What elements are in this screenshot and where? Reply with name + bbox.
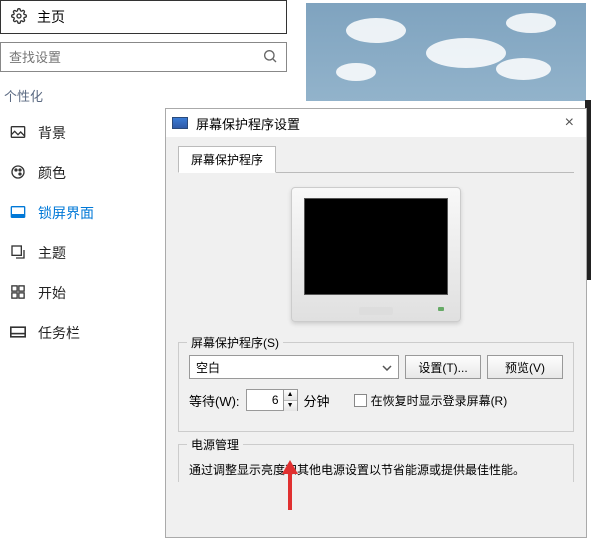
settings-button[interactable]: 设置(T)... [405, 355, 481, 379]
monitor-screen [304, 198, 448, 295]
header-title: 主页 [37, 7, 65, 27]
screensaver-group: 屏幕保护程序(S) 空白 设置(T)... 预览(V) 等待(W): ▲ [178, 342, 574, 432]
sidebar-item-themes[interactable]: 主题 [0, 233, 160, 273]
search-box[interactable] [0, 42, 287, 72]
sidebar-item-taskbar[interactable]: 任务栏 [0, 313, 160, 353]
settings-header[interactable]: 主页 [0, 0, 287, 34]
sidebar-item-lockscreen[interactable]: 锁屏界面 [0, 193, 160, 233]
close-button[interactable]: × [559, 114, 580, 132]
screensaver-dialog: 屏幕保护程序设置 × 屏幕保护程序 屏幕保护程序(S) 空白 [165, 108, 587, 538]
sidebar-item-label: 开始 [38, 283, 66, 303]
wait-input[interactable] [247, 390, 283, 410]
taskbar-icon [8, 325, 28, 341]
chevron-down-icon [382, 360, 392, 374]
sidebar-item-label: 颜色 [38, 163, 66, 183]
search-input[interactable] [9, 50, 262, 65]
group-title: 屏幕保护程序(S) [187, 334, 283, 351]
wait-spinner[interactable]: ▲ ▼ [246, 389, 298, 411]
palette-icon [8, 164, 28, 183]
theme-icon [8, 244, 28, 263]
picture-icon [8, 125, 28, 142]
checkbox-icon[interactable] [354, 394, 367, 407]
power-group: 电源管理 通过调整显示亮度和其他电源设置以节省能源或提供最佳性能。 [178, 444, 574, 482]
sidebar: 背景 颜色 锁屏界面 主题 开始 任务栏 [0, 113, 160, 353]
sidebar-item-start[interactable]: 开始 [0, 273, 160, 313]
gear-icon [11, 8, 27, 27]
tab-screensaver[interactable]: 屏幕保护程序 [178, 146, 276, 173]
minutes-label: 分钟 [304, 391, 330, 410]
wallpaper-preview [306, 3, 586, 101]
sidebar-item-colors[interactable]: 颜色 [0, 153, 160, 193]
sidebar-item-background[interactable]: 背景 [0, 113, 160, 153]
search-icon [262, 48, 278, 67]
start-icon [8, 285, 28, 302]
resume-checkbox[interactable]: 在恢复时显示登录屏幕(R) [354, 392, 508, 409]
monitor-preview-area [178, 187, 574, 322]
tab-strip: 屏幕保护程序 [178, 145, 574, 173]
resume-label: 在恢复时显示登录屏幕(R) [371, 392, 508, 409]
dialog-titlebar[interactable]: 屏幕保护程序设置 × [166, 109, 586, 137]
lockscreen-icon [8, 205, 28, 222]
preview-button[interactable]: 预览(V) [487, 355, 563, 379]
power-title: 电源管理 [187, 436, 243, 453]
dialog-icon [172, 117, 188, 129]
spin-down-icon[interactable]: ▼ [284, 401, 297, 411]
wait-label: 等待(W): [189, 391, 240, 410]
sidebar-item-label: 主题 [38, 243, 66, 263]
spin-up-icon[interactable]: ▲ [284, 390, 297, 401]
dialog-title: 屏幕保护程序设置 [196, 114, 300, 133]
spinner-buttons[interactable]: ▲ ▼ [283, 390, 297, 410]
monitor-frame [291, 187, 461, 322]
sidebar-item-label: 背景 [38, 123, 66, 143]
sidebar-item-label: 任务栏 [38, 323, 80, 343]
power-text: 通过调整显示亮度和其他电源设置以节省能源或提供最佳性能。 [189, 461, 563, 478]
screensaver-value: 空白 [196, 359, 220, 376]
sidebar-item-label: 锁屏界面 [38, 203, 94, 223]
screensaver-select[interactable]: 空白 [189, 355, 399, 379]
